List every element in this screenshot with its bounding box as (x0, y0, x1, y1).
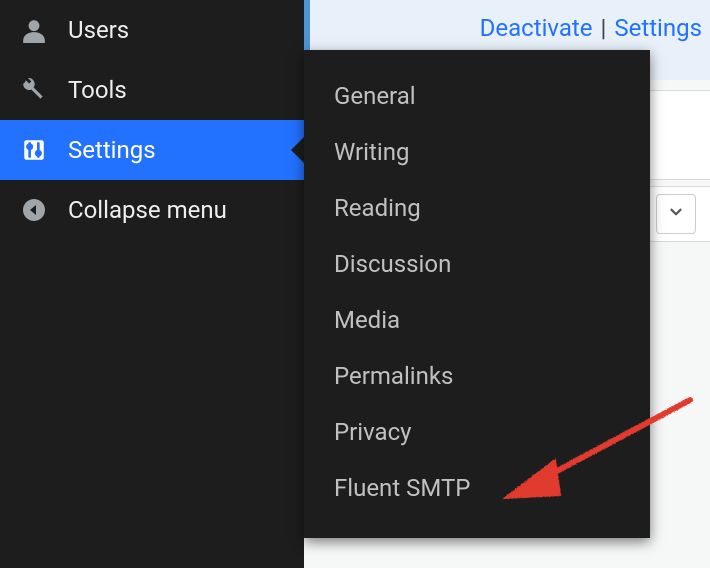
sliders-icon (18, 134, 50, 166)
submenu-item-general[interactable]: General (304, 68, 650, 124)
sidebar-item-settings[interactable]: Settings (0, 120, 304, 180)
sidebar-item-tools[interactable]: Tools (0, 60, 304, 120)
sidebar-item-label: Users (68, 16, 129, 44)
sidebar-item-users[interactable]: Users (0, 0, 304, 60)
submenu-item-writing[interactable]: Writing (304, 124, 650, 180)
dropdown-toggle[interactable] (656, 194, 696, 234)
wrench-icon (18, 74, 50, 106)
sidebar-item-label: Settings (68, 136, 156, 164)
submenu-item-permalinks[interactable]: Permalinks (304, 348, 650, 404)
deactivate-link[interactable]: Deactivate (480, 14, 593, 42)
collapse-icon (18, 194, 50, 226)
submenu-item-privacy[interactable]: Privacy (304, 404, 650, 460)
settings-submenu: General Writing Reading Discussion Media… (304, 50, 650, 538)
sidebar-item-label: Tools (68, 76, 127, 104)
user-icon (18, 14, 50, 46)
chevron-down-icon (667, 203, 685, 225)
separator: | (601, 14, 607, 42)
submenu-item-fluent-smtp[interactable]: Fluent SMTP (304, 460, 650, 516)
submenu-item-media[interactable]: Media (304, 292, 650, 348)
plugin-settings-link[interactable]: Settings (614, 14, 702, 42)
submenu-item-discussion[interactable]: Discussion (304, 236, 650, 292)
sidebar-item-collapse[interactable]: Collapse menu (0, 180, 304, 240)
sidebar-item-label: Collapse menu (68, 196, 227, 224)
submenu-item-reading[interactable]: Reading (304, 180, 650, 236)
admin-sidebar: Users Tools Settings Collapse menu (0, 0, 304, 568)
